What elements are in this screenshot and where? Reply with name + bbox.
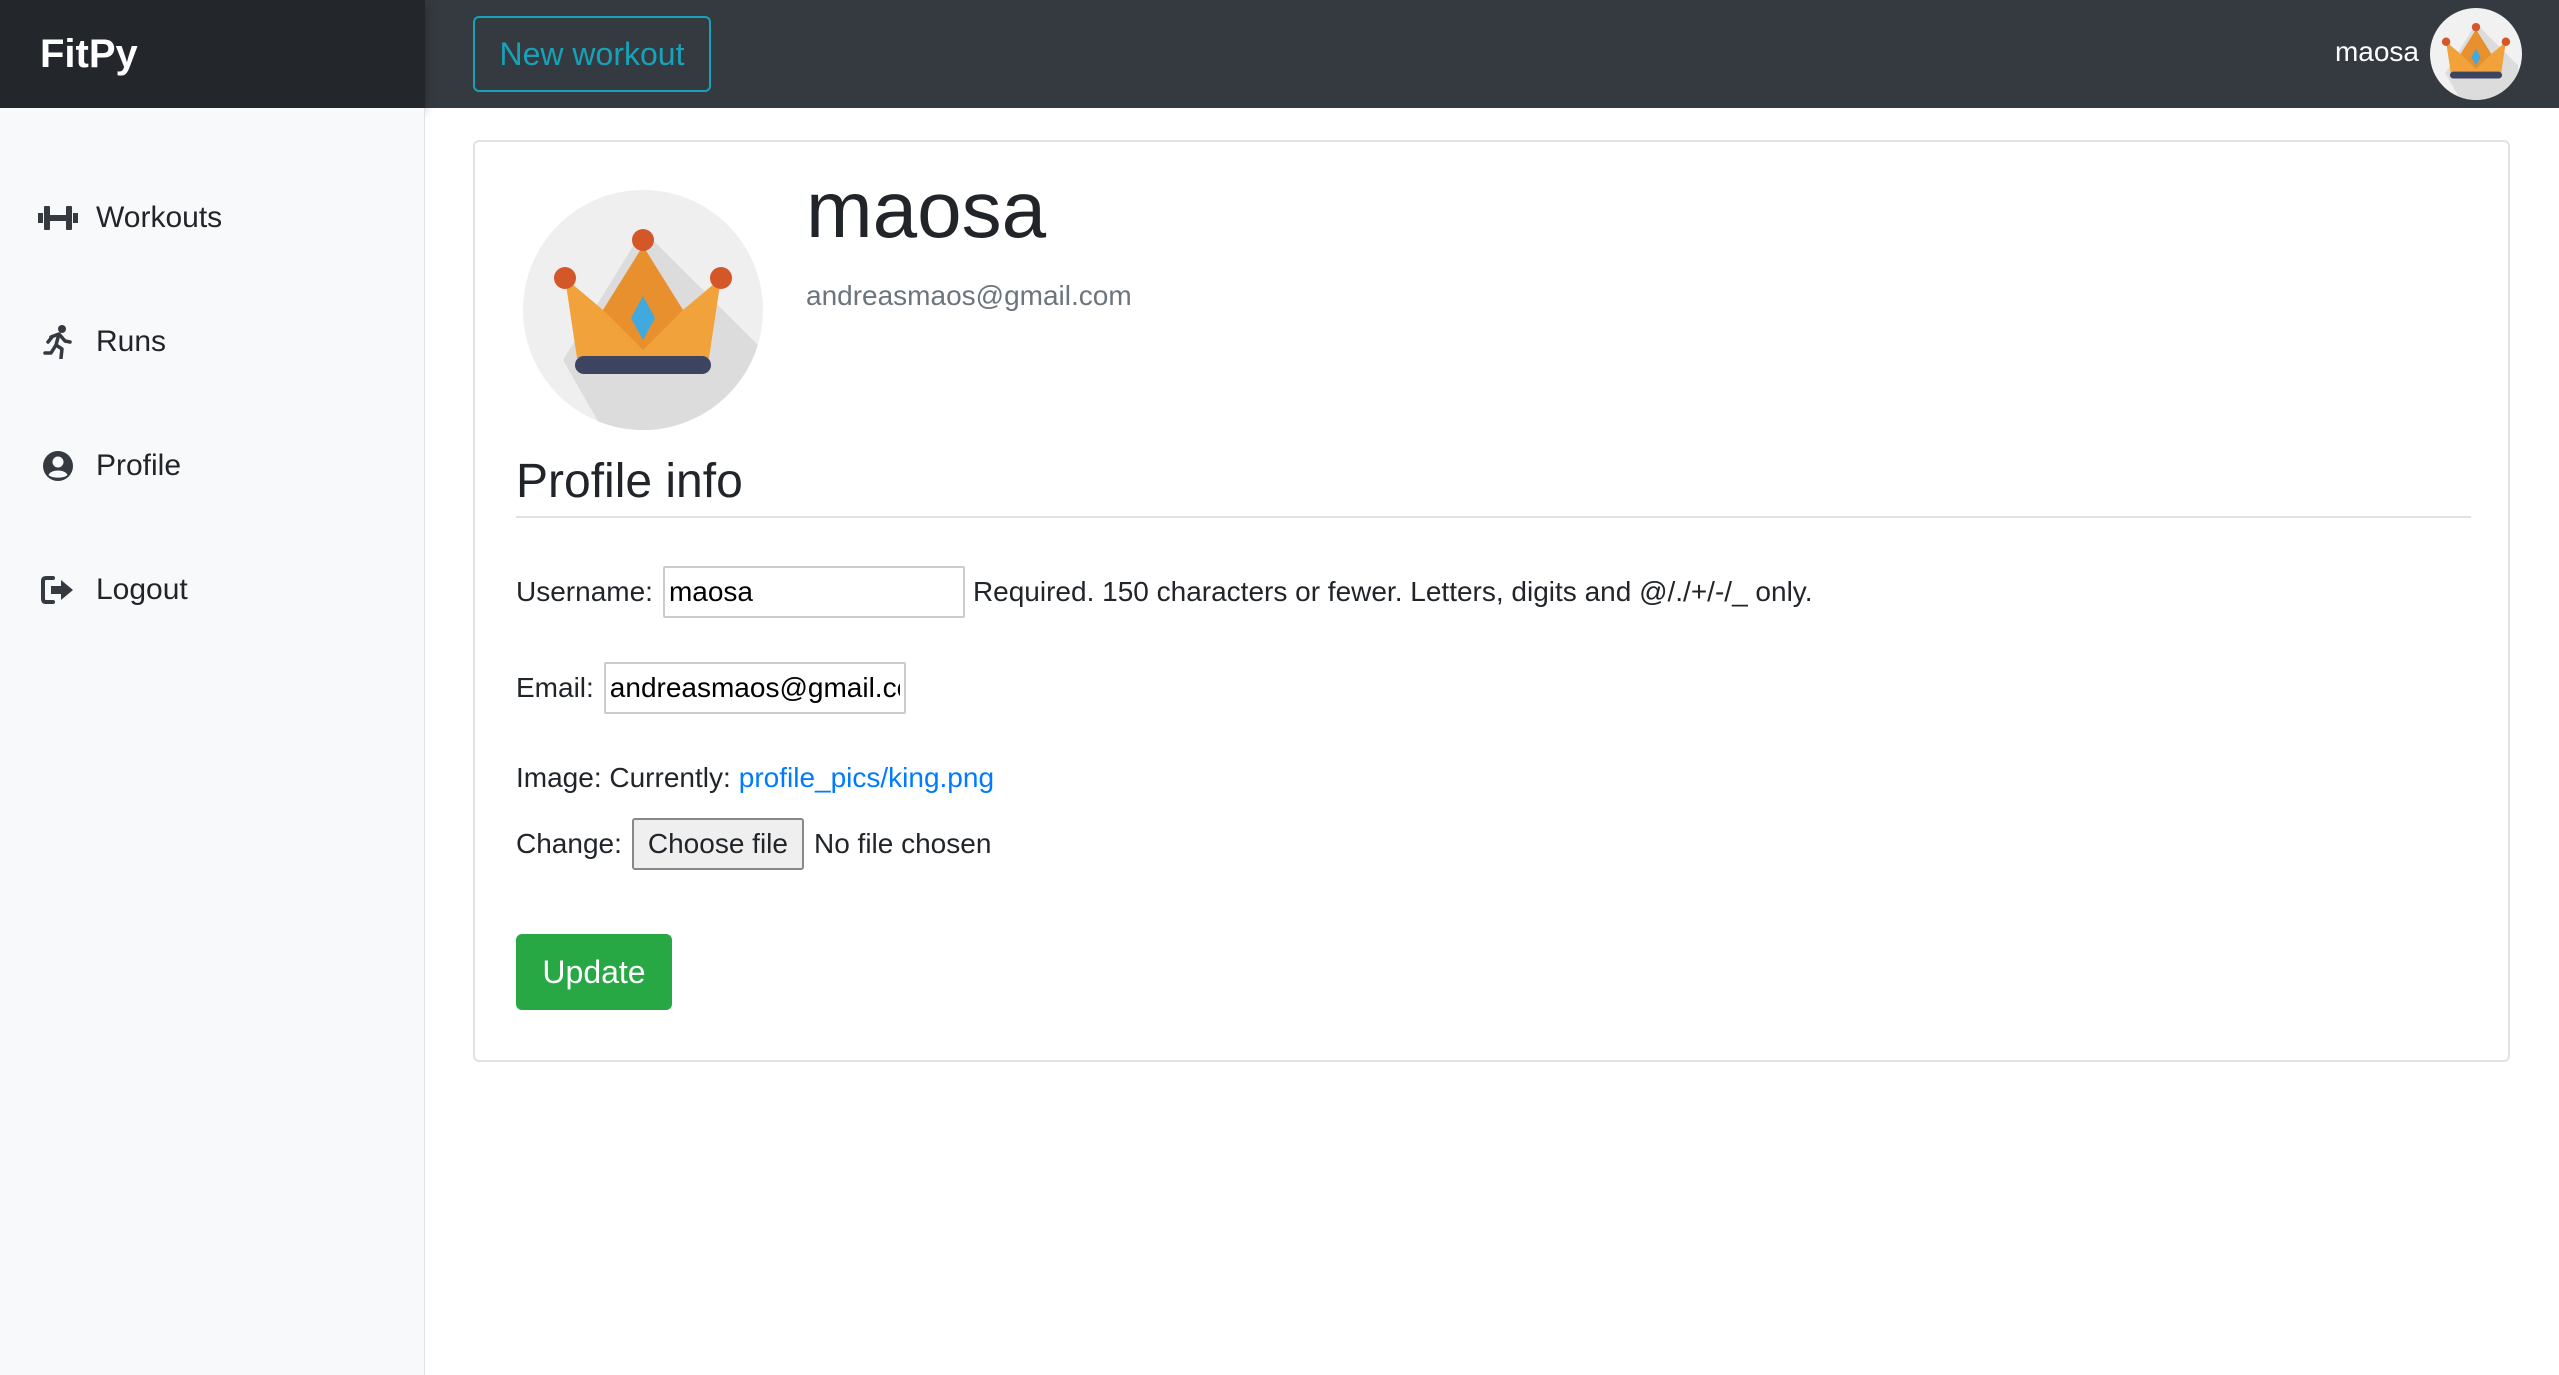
sidebar-item-label: Runs [96,325,167,358]
brand-logo[interactable]: FitPy [0,0,425,108]
sidebar: Workouts Runs Profile Logout [0,108,425,1375]
sidebar-item-workouts[interactable]: Workouts [36,188,222,248]
email-input[interactable] [603,662,906,714]
crown-icon [2441,22,2519,100]
sidebar-item-label: Workouts [96,201,223,234]
profile-username-heading: maosa [806,165,1047,254]
image-label: Image: Currently: [516,762,731,793]
file-status-text: No file chosen [813,828,992,859]
username-help-text: Required. 150 characters or fewer. Lette… [972,576,1813,607]
profile-avatar [523,190,763,430]
email-row: Email: [516,662,906,714]
sidebar-item-label: Profile [96,449,182,482]
sidebar-item-runs[interactable]: Runs [36,312,166,372]
legend-divider [516,516,2471,518]
dumbbell-icon [36,196,80,240]
choose-file-button[interactable]: Choose file [631,818,804,870]
update-button[interactable]: Update [516,934,672,1010]
top-navbar: FitPy New workout maosa [0,0,2559,108]
email-label: Email: [516,672,594,703]
top-username[interactable]: maosa [2335,0,2419,108]
username-label: Username: [516,576,653,607]
current-image-link[interactable]: profile_pics/king.png [739,762,994,794]
profile-info-legend: Profile info [516,455,743,508]
image-current-row: Image: Currently: profile_pics/king.png [516,762,994,794]
new-workout-button[interactable]: New workout [473,16,711,92]
sidebar-item-logout[interactable]: Logout [36,560,188,620]
profile-email: andreasmaos@gmail.com [806,280,1132,311]
user-circle-icon [36,444,80,488]
change-label: Change: [516,828,622,859]
profile-card: maosa andreasmaos@gmail.com Profile info… [473,140,2510,1062]
username-row: Username: Required. 150 characters or fe… [516,566,1813,618]
sidebar-item-profile[interactable]: Profile [36,436,181,496]
sign-out-icon [36,568,80,612]
crown-icon [554,229,763,430]
image-change-row: Change: Choose file No file chosen [516,818,991,870]
username-input[interactable] [662,566,965,618]
user-avatar[interactable] [2430,8,2522,100]
sidebar-item-label: Logout [96,573,188,606]
running-icon [36,320,80,364]
